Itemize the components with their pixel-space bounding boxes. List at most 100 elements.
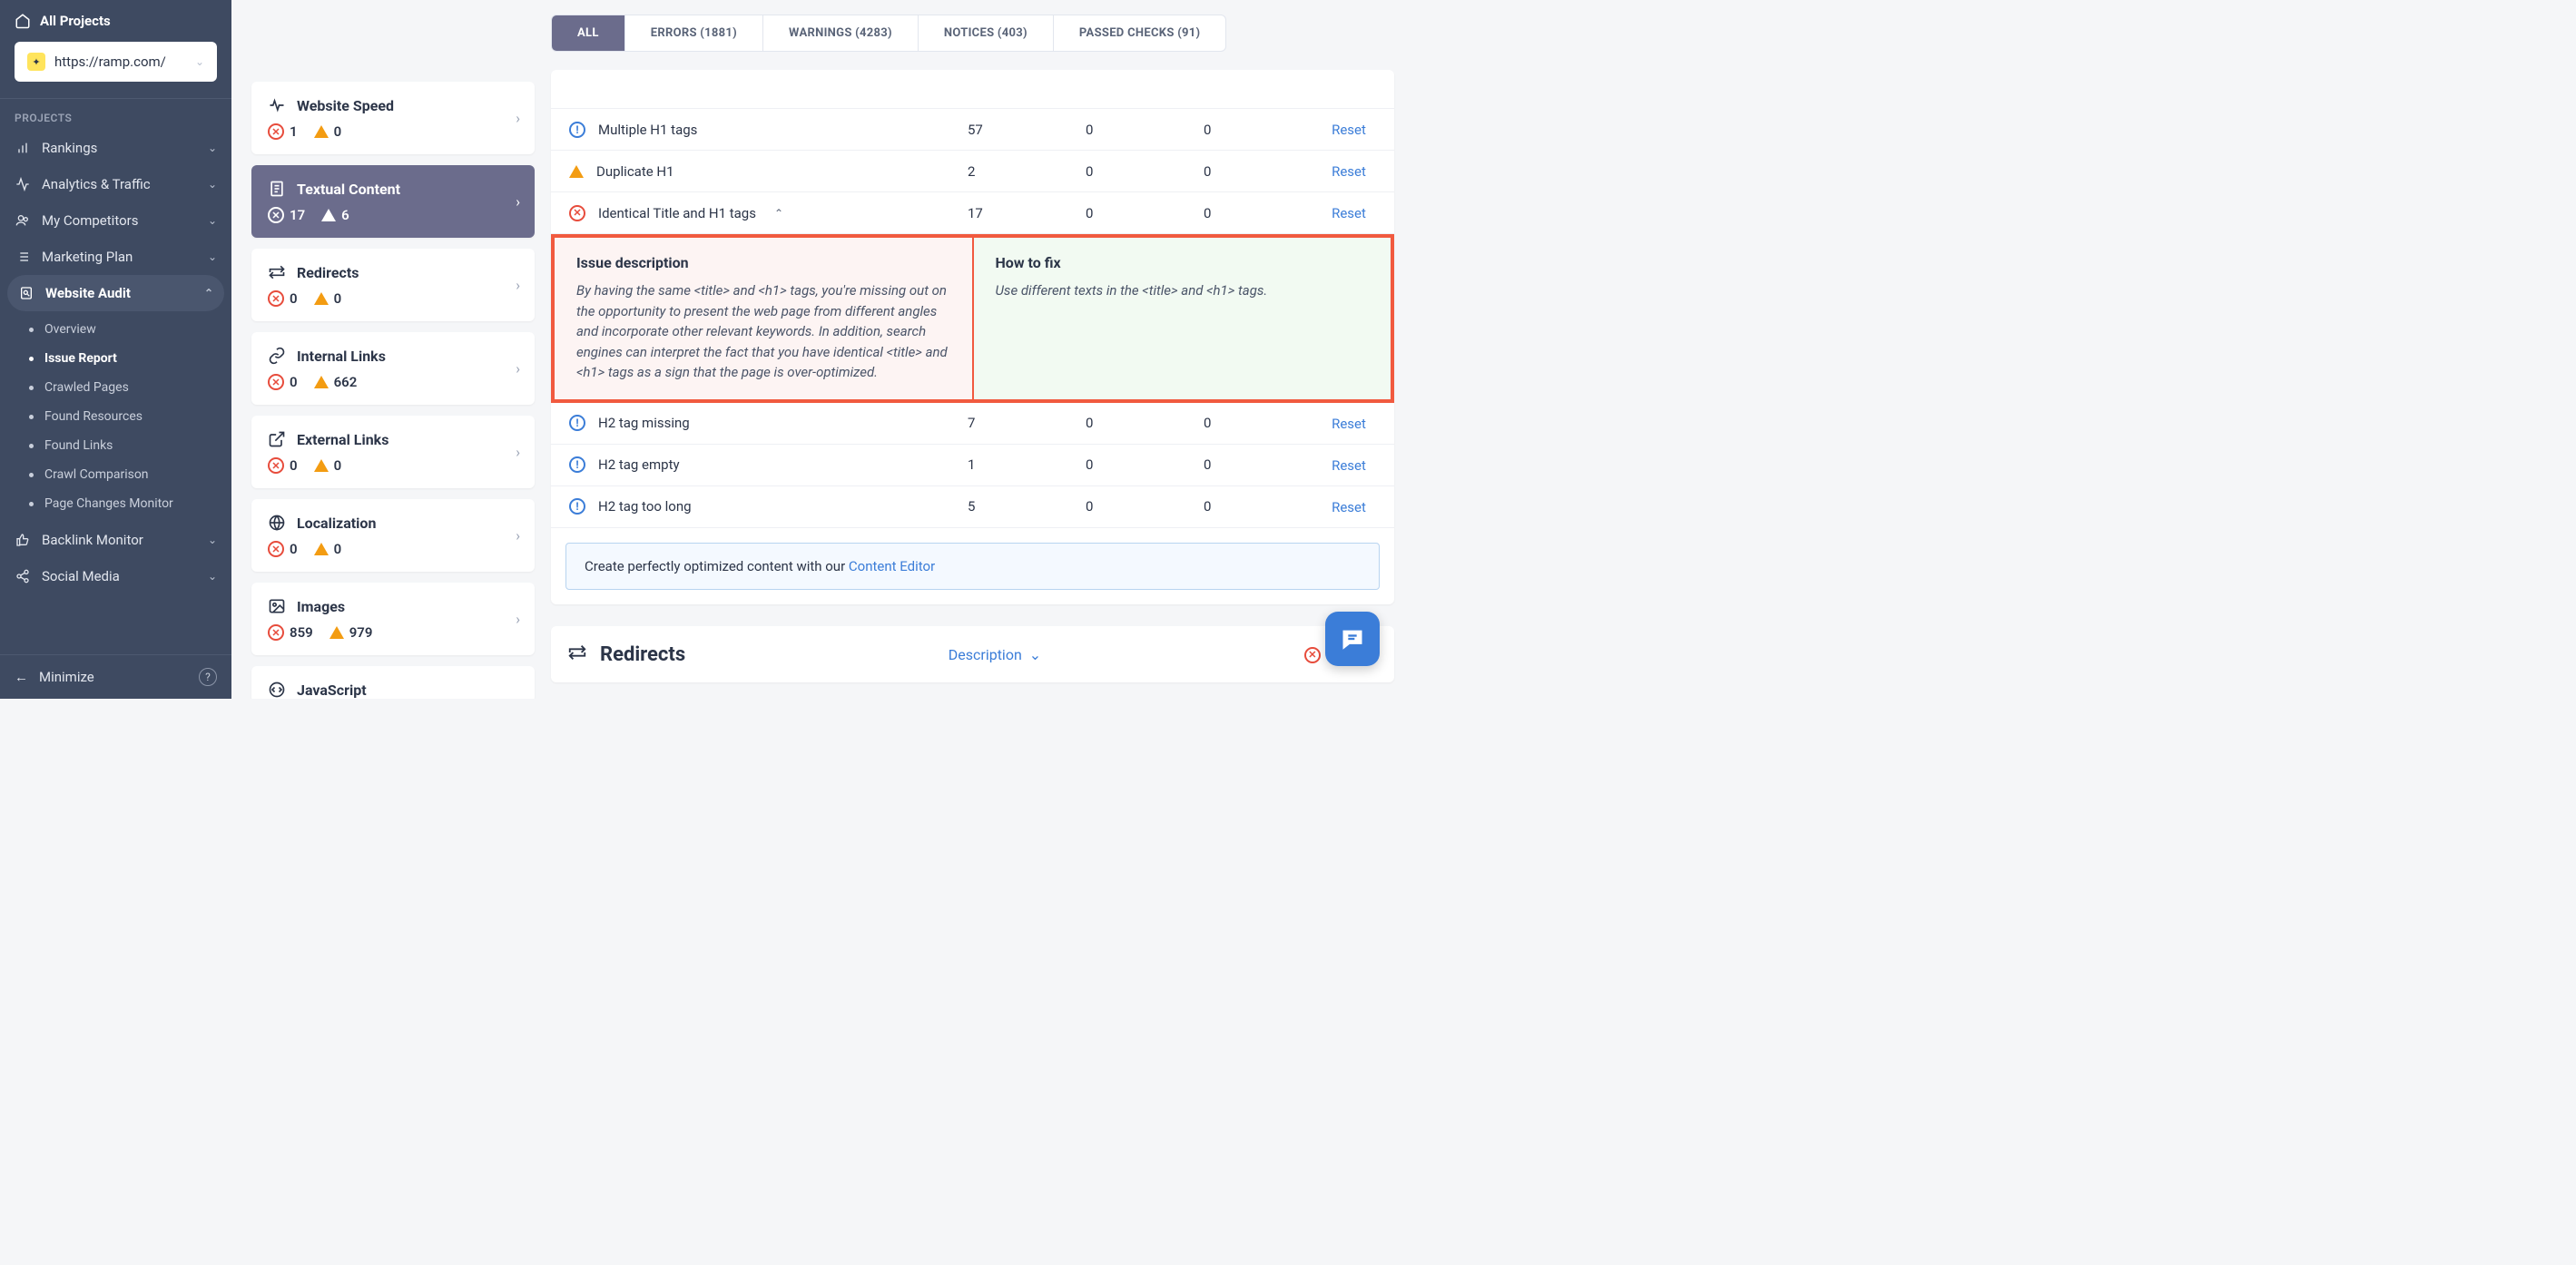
- chevron-down-icon: ⌄: [208, 178, 217, 191]
- reset-link[interactable]: Reset: [1332, 416, 1366, 432]
- globe-icon: [268, 514, 286, 532]
- issue-description-title: Issue description: [576, 254, 950, 271]
- category-localization[interactable]: Localization ✕00 ›: [251, 499, 535, 572]
- project-favicon: ✦: [27, 53, 45, 71]
- chevron-down-icon: ⌄: [1029, 646, 1041, 663]
- project-url: https://ramp.com/: [54, 54, 166, 70]
- all-projects-link[interactable]: All Projects: [15, 13, 217, 29]
- nav-analytics[interactable]: Analytics & Traffic ⌄: [0, 166, 231, 202]
- minimize-button[interactable]: ← Minimize: [15, 669, 94, 685]
- warning-icon: [314, 125, 329, 138]
- table-row[interactable]: !H2 tag too long 5 0 0 Reset: [551, 486, 1394, 528]
- category-redirects[interactable]: Redirects ✕00 ›: [251, 249, 535, 321]
- category-panel: Website Speed ✕10 › Textual Content ✕176…: [231, 0, 549, 699]
- nav-social-media[interactable]: Social Media ⌄: [0, 558, 231, 594]
- help-icon[interactable]: ?: [199, 668, 217, 686]
- tab-all[interactable]: ALL: [552, 15, 625, 51]
- how-to-fix-title: How to fix: [996, 254, 1370, 271]
- sidebar: All Projects ✦ https://ramp.com/ ⌄ PROJE…: [0, 0, 231, 699]
- subnav-overview[interactable]: Overview: [0, 315, 231, 344]
- tab-warnings[interactable]: WARNINGS (4283): [763, 15, 919, 51]
- notice-icon: !: [569, 415, 585, 431]
- subnav-found-resources[interactable]: Found Resources: [0, 402, 231, 431]
- reset-link[interactable]: Reset: [1332, 122, 1366, 138]
- tab-errors[interactable]: ERRORS (1881): [625, 15, 763, 51]
- reset-link[interactable]: Reset: [1332, 499, 1366, 515]
- content-editor-promo: Create perfectly optimized content with …: [565, 543, 1380, 590]
- error-icon: ✕: [1304, 647, 1321, 663]
- document-icon: [268, 180, 286, 198]
- error-icon: ✕: [569, 205, 585, 221]
- tab-notices[interactable]: NOTICES (403): [919, 15, 1054, 51]
- redirect-icon: [567, 642, 587, 668]
- project-selector[interactable]: ✦ https://ramp.com/ ⌄: [15, 42, 217, 82]
- notice-icon: !: [569, 456, 585, 473]
- warning-icon: [314, 292, 329, 305]
- warning-icon: [569, 165, 584, 178]
- image-icon: [268, 597, 286, 615]
- external-link-icon: [268, 430, 286, 448]
- reset-link[interactable]: Reset: [1332, 163, 1366, 180]
- subnav-page-changes[interactable]: Page Changes Monitor: [0, 489, 231, 518]
- table-row[interactable]: !H2 tag empty 1 0 0 Reset: [551, 445, 1394, 486]
- all-projects-label: All Projects: [40, 13, 111, 29]
- warning-icon: [321, 209, 336, 221]
- subnav-found-links[interactable]: Found Links: [0, 431, 231, 460]
- table-row[interactable]: Duplicate H1 2 0 0 Reset: [551, 151, 1394, 192]
- error-icon: ✕: [268, 374, 284, 390]
- filter-tabs: ALL ERRORS (1881) WARNINGS (4283) NOTICE…: [551, 15, 1226, 52]
- nav-rankings[interactable]: Rankings ⌄: [0, 130, 231, 166]
- tab-passed[interactable]: PASSED CHECKS (91): [1054, 15, 1226, 51]
- error-icon: ✕: [268, 290, 284, 307]
- subnav-crawled-pages[interactable]: Crawled Pages: [0, 373, 231, 402]
- chevron-right-icon: ›: [516, 110, 520, 127]
- chevron-down-icon: ⌄: [208, 142, 217, 154]
- nav-backlink-monitor[interactable]: Backlink Monitor ⌄: [0, 522, 231, 558]
- subnav-issue-report[interactable]: Issue Report: [0, 344, 231, 373]
- speed-icon: [268, 96, 286, 114]
- category-textual-content[interactable]: Textual Content ✕176 ›: [251, 165, 535, 238]
- table-row[interactable]: !H2 tag missing 7 0 0 Reset: [551, 403, 1394, 445]
- warning-icon: [314, 376, 329, 388]
- chat-button[interactable]: [1325, 612, 1380, 666]
- chevron-right-icon: ›: [516, 193, 520, 211]
- nav-marketing-plan[interactable]: Marketing Plan ⌄: [0, 239, 231, 275]
- nav-website-audit[interactable]: Website Audit ⌃: [7, 275, 224, 311]
- warning-icon: [329, 626, 344, 639]
- subnav-crawl-comparison[interactable]: Crawl Comparison: [0, 460, 231, 489]
- table-row[interactable]: !Multiple H1 tags 57 0 0 Reset: [551, 109, 1394, 151]
- reset-link[interactable]: Reset: [1332, 205, 1366, 221]
- share-icon: [15, 569, 31, 583]
- chevron-right-icon: ›: [516, 277, 520, 294]
- content-editor-link[interactable]: Content Editor: [849, 558, 935, 574]
- error-icon: ✕: [268, 624, 284, 641]
- redirects-description-toggle[interactable]: Description ⌄: [949, 646, 1041, 663]
- bar-chart-icon: [15, 141, 31, 155]
- code-icon: [268, 681, 286, 699]
- redirects-card: Redirects Description ⌄ ✕0 0: [551, 626, 1394, 682]
- chevron-right-icon: ›: [516, 611, 520, 628]
- link-icon: [268, 347, 286, 365]
- chevron-right-icon: ›: [516, 527, 520, 544]
- chevron-down-icon: ⌄: [208, 250, 217, 263]
- category-images[interactable]: Images ✕859979 ›: [251, 583, 535, 655]
- table-row[interactable]: ✕Identical Title and H1 tags⌃ 17 0 0 Res…: [551, 192, 1394, 234]
- content-area: ALL ERRORS (1881) WARNINGS (4283) NOTICE…: [549, 0, 1416, 699]
- nav-competitors[interactable]: My Competitors ⌄: [0, 202, 231, 239]
- reset-link[interactable]: Reset: [1332, 457, 1366, 474]
- notice-icon: !: [569, 122, 585, 138]
- category-external-links[interactable]: External Links ✕00 ›: [251, 416, 535, 488]
- error-icon: ✕: [268, 541, 284, 557]
- home-icon: [15, 13, 31, 29]
- issues-table: !Multiple H1 tags 57 0 0 Reset Duplicate…: [551, 70, 1394, 604]
- arrow-left-icon: ←: [15, 669, 28, 685]
- redirect-icon: [268, 263, 286, 281]
- chevron-up-icon: ⌃: [774, 207, 783, 220]
- users-icon: [15, 213, 31, 228]
- error-icon: ✕: [268, 207, 284, 223]
- category-website-speed[interactable]: Website Speed ✕10 ›: [251, 82, 535, 154]
- thumbs-up-icon: [15, 533, 31, 547]
- error-icon: ✕: [268, 457, 284, 474]
- category-internal-links[interactable]: Internal Links ✕0662 ›: [251, 332, 535, 405]
- category-javascript[interactable]: JavaScript: [251, 666, 535, 699]
